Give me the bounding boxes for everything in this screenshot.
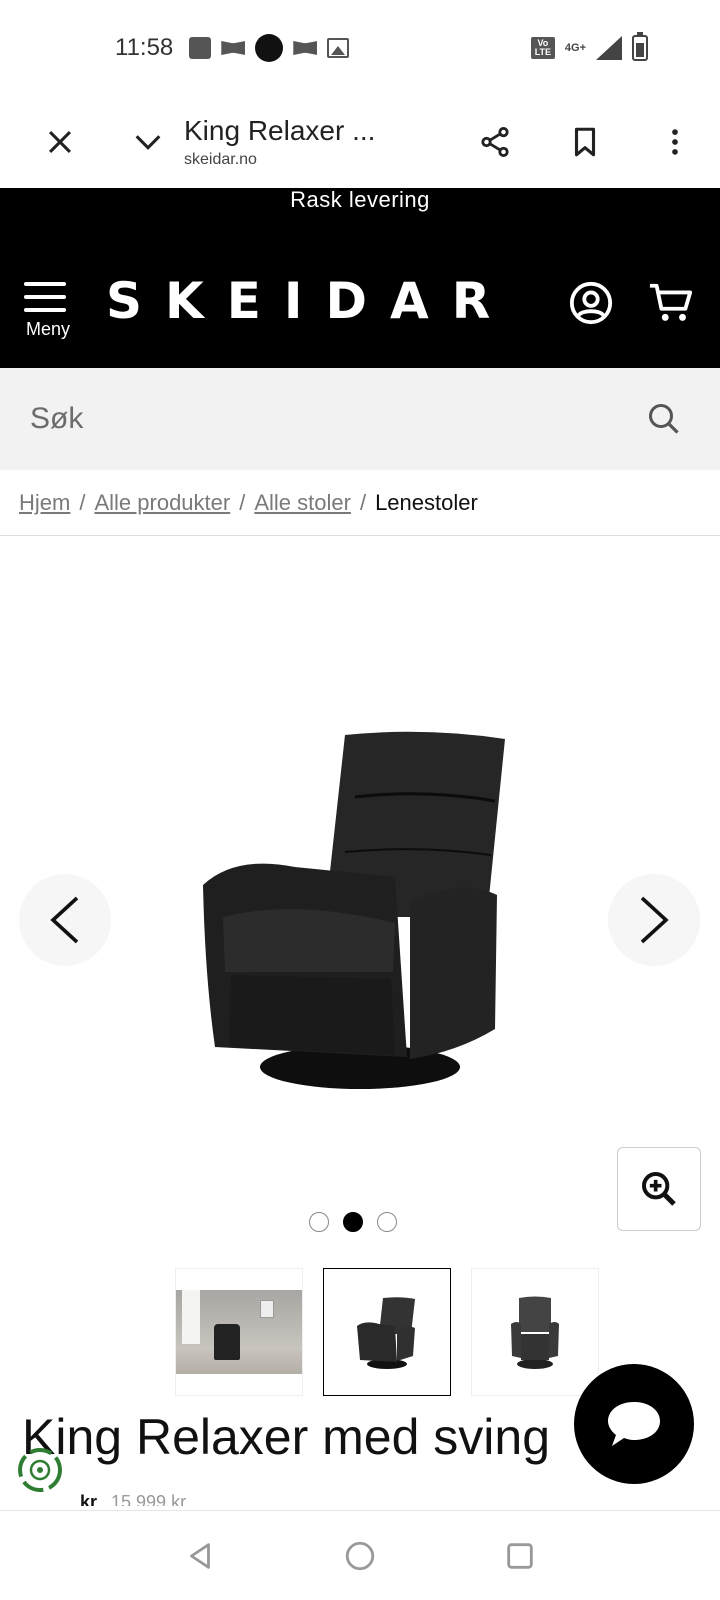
menu-label: Meny: [25, 319, 70, 339]
signal-icon: [596, 36, 622, 60]
hamburger-icon: [24, 282, 72, 312]
cart-icon[interactable]: [648, 280, 694, 326]
breadcrumb-all-chairs[interactable]: Alle stoler: [254, 490, 351, 516]
thumbnail-room[interactable]: [175, 1268, 303, 1396]
price-strip: kr 15 999 kr: [80, 1492, 186, 1506]
thumbnail-chair-front[interactable]: [323, 1268, 451, 1396]
bookmark-button[interactable]: [540, 96, 630, 188]
search-bar[interactable]: Søk: [0, 368, 720, 470]
product-gallery: [0, 537, 720, 1237]
chevron-down-icon: [135, 135, 161, 150]
thumbnail-strip: [175, 1268, 599, 1396]
share-button[interactable]: [450, 96, 540, 188]
site-header: Meny SKEIDAR: [0, 228, 720, 368]
more-vertical-icon: [672, 129, 678, 155]
chevron-right-icon: [640, 896, 669, 944]
page-title: King Relaxer ...: [184, 115, 376, 146]
share-icon: [481, 126, 509, 158]
price-prefix: kr: [80, 1492, 98, 1506]
chat-button[interactable]: [574, 1364, 694, 1484]
breadcrumb-current: Lenestoler: [375, 489, 478, 515]
battery-icon: [632, 32, 648, 61]
site-logo[interactable]: SKEIDAR: [106, 272, 513, 330]
page-title-area[interactable]: King Relaxer ... skeidar.no: [176, 115, 450, 169]
close-icon: [48, 130, 72, 154]
system-navigation-bar: [0, 1510, 720, 1600]
close-tab-button[interactable]: [0, 96, 120, 188]
bookmark-icon: [574, 127, 596, 157]
breadcrumb: Hjem / Alle produkter / Alle stoler / Le…: [0, 470, 720, 536]
image-icon: [327, 38, 350, 58]
original-price: 15 999 kr: [111, 1492, 187, 1506]
zoom-in-icon: [642, 1172, 676, 1206]
minimize-button[interactable]: [120, 96, 176, 188]
chat-bubble-icon: [608, 1402, 660, 1446]
circle-notification-icon: [255, 34, 284, 62]
thumbnail-chair-side[interactable]: [471, 1268, 599, 1396]
page-url: skeidar.no: [184, 151, 257, 168]
gallery-dot[interactable]: [309, 1212, 329, 1232]
app-notification-icon: [189, 37, 212, 59]
menu-button[interactable]: Meny: [24, 282, 72, 340]
breadcrumb-home[interactable]: Hjem: [19, 490, 70, 516]
gallery-dot[interactable]: [377, 1212, 397, 1232]
breadcrumb-separator: /: [359, 489, 367, 515]
product-title: King Relaxer med sving: [22, 1409, 551, 1465]
home-icon[interactable]: [343, 1539, 377, 1573]
recents-icon[interactable]: [503, 1539, 537, 1573]
gallery-next-button[interactable]: [608, 874, 700, 966]
breadcrumb-separator: /: [79, 489, 86, 515]
back-icon[interactable]: [183, 1539, 217, 1573]
status-bar: 11:58 Vo LTE 4G+: [0, 0, 720, 96]
browser-toolbar: King Relaxer ... skeidar.no: [0, 96, 720, 188]
product-image[interactable]: [195, 727, 525, 1097]
book-icon: [221, 41, 246, 55]
system-status-icons: Vo LTE 4G+: [530, 32, 648, 61]
book-icon: [293, 41, 318, 55]
status-time: 11:58: [115, 34, 174, 61]
thumbnail-room-image: [176, 1290, 302, 1374]
gallery-prev-button[interactable]: [19, 874, 111, 966]
thumbnail-chair-image: [511, 1296, 559, 1369]
search-input[interactable]: Søk: [30, 402, 646, 436]
thumbnail-chair-image: [357, 1297, 415, 1369]
network-type: 4G+: [564, 42, 586, 54]
account-icon[interactable]: [568, 280, 614, 326]
search-icon[interactable]: [646, 401, 682, 437]
breadcrumb-all-products[interactable]: Alle produkter: [94, 490, 230, 516]
notification-icons: [189, 34, 350, 62]
chevron-left-icon: [50, 896, 79, 944]
gallery-dot[interactable]: [343, 1212, 363, 1232]
volte-icon: Vo LTE: [530, 37, 555, 59]
promo-banner: Rask levering: [0, 188, 720, 228]
breadcrumb-separator: /: [239, 489, 246, 515]
more-options-button[interactable]: [630, 96, 720, 188]
gallery-pagination: [0, 1212, 713, 1232]
eco-badge-icon[interactable]: [14, 1444, 66, 1496]
